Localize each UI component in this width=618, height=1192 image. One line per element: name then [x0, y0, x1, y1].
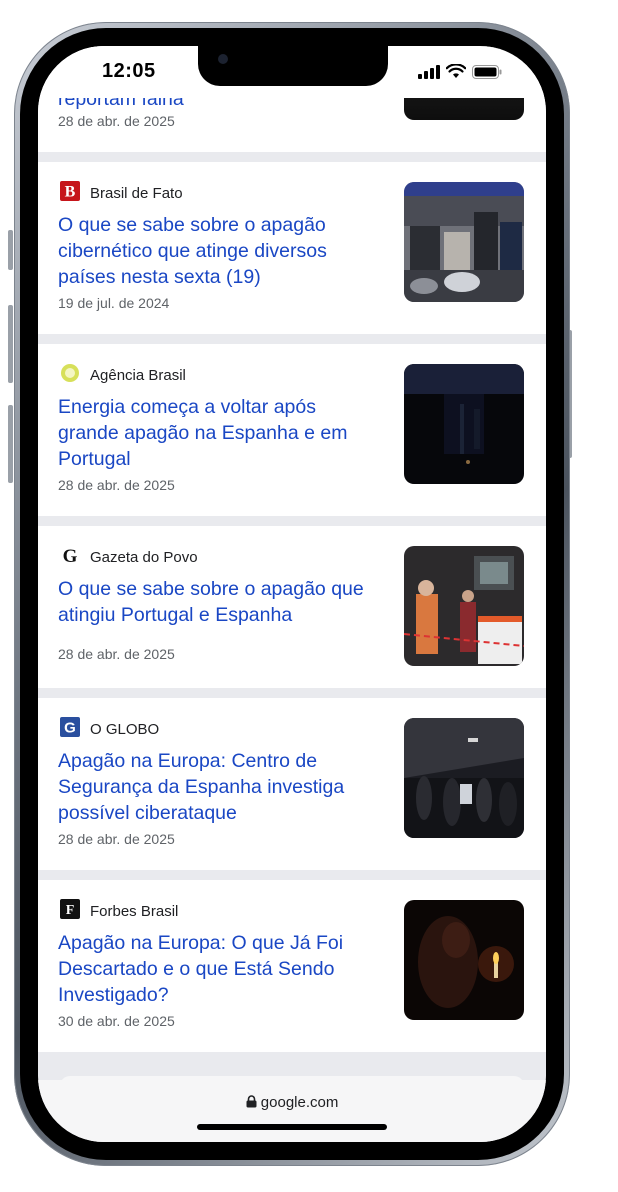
article-date: 30 de abr. de 2025: [58, 1013, 175, 1029]
agencia-brasil-logo-icon: [60, 363, 80, 388]
mute-switch: [8, 230, 13, 270]
source-row: G Gazeta do Povo: [60, 545, 198, 570]
notch: [198, 46, 388, 86]
front-camera: [218, 54, 228, 64]
news-card[interactable]: G Gazeta do Povo O que se sabe sobre o a…: [38, 526, 546, 688]
news-card[interactable]: F Forbes Brasil Apagão na Europa: O que …: [38, 880, 546, 1052]
article-date: 28 de abr. de 2025: [58, 646, 175, 662]
battery-icon: [472, 64, 502, 84]
url-display[interactable]: google.com: [38, 1094, 546, 1111]
url-text: google.com: [260, 1094, 339, 1111]
headline-link[interactable]: O que se sabe sobre o apagão cibernético…: [58, 212, 376, 290]
headline-link[interactable]: O que se sabe sobre o apagão que atingiu…: [58, 576, 376, 628]
headline-link[interactable]: Apagão na Europa: Centro de Segurança da…: [58, 748, 376, 826]
news-card[interactable]: B Brasil de Fato O que se sabe sobre o a…: [38, 162, 546, 334]
browser-bottom-bar[interactable]: [38, 1080, 546, 1142]
source-row: F Forbes Brasil: [60, 899, 178, 924]
thumbnail-image: [404, 900, 524, 1020]
thumbnail-image: [404, 718, 524, 838]
source-name: Agência Brasil: [90, 367, 186, 384]
thumbnail-image: [404, 364, 524, 484]
volume-down-button: [8, 405, 13, 483]
wifi-icon: [445, 63, 467, 84]
svg-text:G: G: [63, 546, 78, 565]
home-indicator[interactable]: [197, 1124, 387, 1130]
article-date: 19 de jul. de 2024: [58, 295, 170, 311]
svg-text:G: G: [64, 720, 76, 737]
volume-up-button: [8, 305, 13, 383]
cellular-signal-icon: [418, 64, 440, 84]
news-card[interactable]: G O GLOBO Apagão na Europa: Centro de Se…: [38, 698, 546, 870]
status-icons: [418, 63, 502, 84]
source-name: O GLOBO: [90, 721, 160, 738]
headline-link[interactable]: Apagão na Europa: O que Já Foi Descartad…: [58, 930, 376, 1008]
thumbnail-image: [404, 546, 524, 666]
forbes-brasil-logo-icon: F: [60, 899, 80, 924]
source-row: Agência Brasil: [60, 363, 186, 388]
svg-text:B: B: [65, 184, 76, 201]
article-date: 28 de abr. de 2025: [58, 477, 175, 493]
lock-icon: [246, 1094, 261, 1111]
gazeta-do-povo-logo-icon: G: [60, 545, 80, 570]
article-date: 28 de abr. de 2025: [58, 113, 175, 129]
headline-link[interactable]: Energia começa a voltar após grande apag…: [58, 394, 376, 472]
o-globo-logo-icon: G: [60, 717, 80, 742]
news-card[interactable]: Agência Brasil Energia começa a voltar a…: [38, 344, 546, 516]
source-row: G O GLOBO: [60, 717, 159, 742]
screen: reportam falha 28 de abr. de 2025 B Bras…: [38, 46, 546, 1142]
thumbnail-image: [404, 182, 524, 302]
status-time: 12:05: [102, 60, 156, 82]
source-name: Forbes Brasil: [90, 903, 179, 920]
source-name: Gazeta do Povo: [90, 549, 198, 566]
brasil-de-fato-logo-icon: B: [60, 181, 80, 206]
source-name: Brasil de Fato: [90, 185, 183, 202]
svg-text:F: F: [66, 903, 75, 918]
article-date: 28 de abr. de 2025: [58, 831, 175, 847]
source-row: B Brasil de Fato: [60, 181, 183, 206]
